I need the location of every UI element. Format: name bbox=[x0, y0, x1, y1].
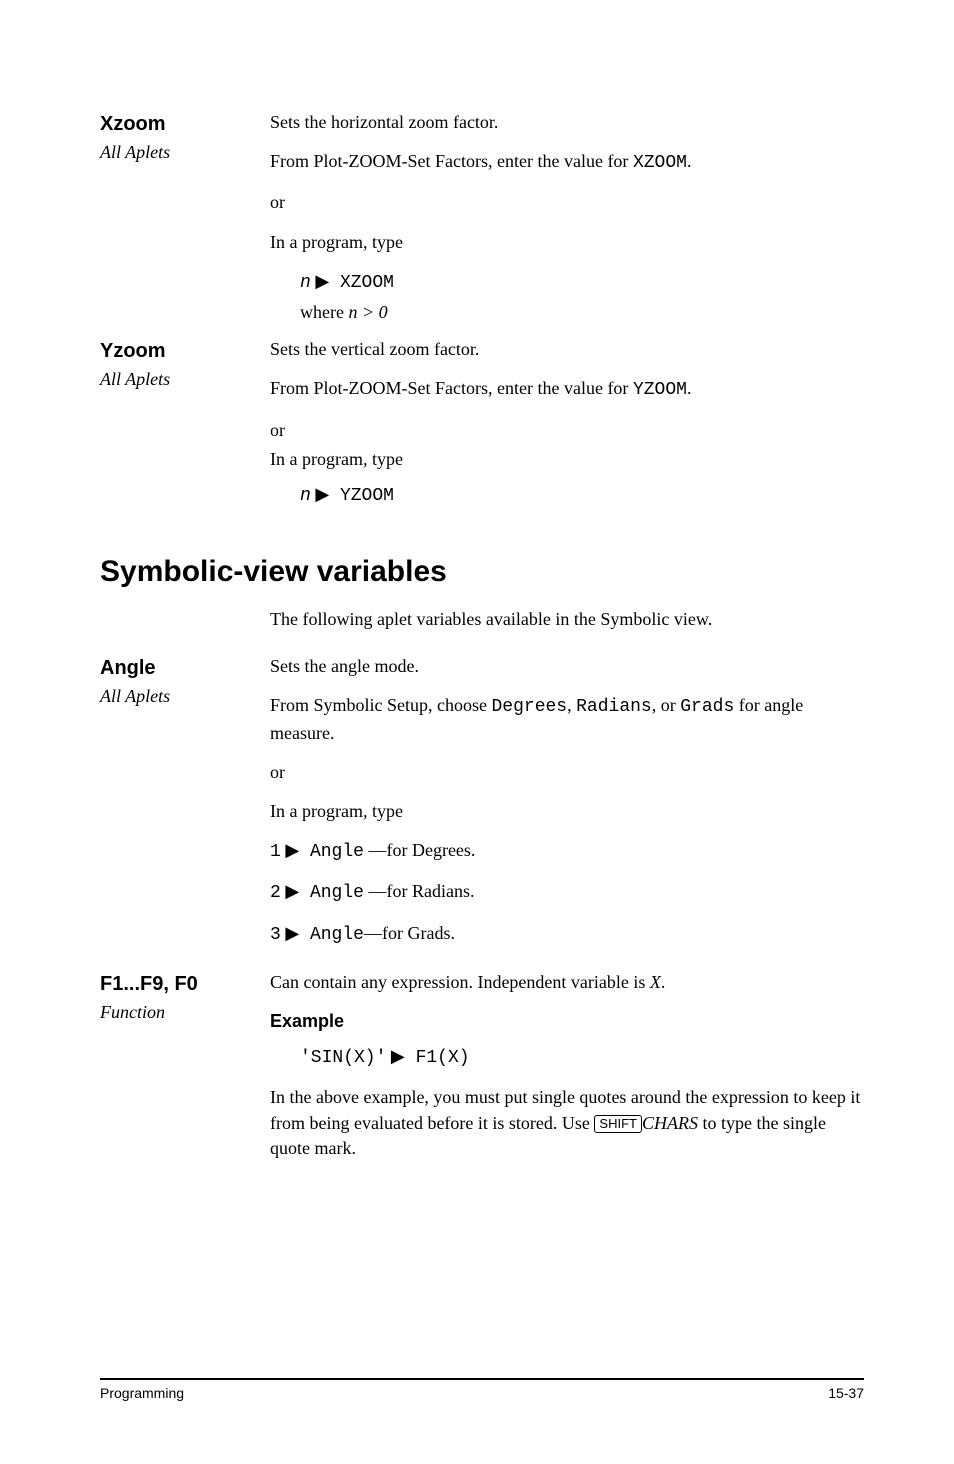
xzoom-title: Xzoom bbox=[100, 110, 270, 138]
shift-keycap-icon: SHIFT bbox=[594, 1115, 642, 1134]
fvars-desc: Can contain any expression. Independent … bbox=[270, 970, 864, 1175]
text: . bbox=[661, 972, 666, 992]
angle-l1: 1 ▶ Angle —for Degrees. bbox=[270, 838, 864, 865]
intro-text: The following aplet variables available … bbox=[270, 607, 864, 632]
fvars-entry: F1...F9, F0 Function Can contain any exp… bbox=[100, 970, 864, 1175]
text: From Plot-ZOOM-Set Factors, enter the va… bbox=[270, 151, 633, 171]
xzoom-codeline: n ▶ XZOOM bbox=[300, 269, 864, 296]
text: . bbox=[687, 151, 692, 171]
cmd: Angle bbox=[299, 925, 364, 945]
text: , bbox=[567, 695, 576, 715]
text: . bbox=[687, 378, 692, 398]
yzoom-or: or bbox=[270, 418, 864, 443]
store-arrow-icon: ▶ bbox=[391, 1046, 405, 1066]
angle-term: Angle All Aplets bbox=[100, 654, 270, 962]
xzoom-entry: Xzoom All Aplets Sets the horizontal zoo… bbox=[100, 110, 864, 329]
store-arrow-icon: ▶ bbox=[315, 484, 329, 504]
text: , or bbox=[652, 695, 681, 715]
section-heading: Symbolic-view variables bbox=[100, 551, 864, 593]
store-arrow-icon: ▶ bbox=[285, 840, 299, 860]
yzoom-code: YZOOM bbox=[633, 380, 687, 400]
angle-desc: Sets the angle mode. From Symbolic Setup… bbox=[270, 654, 864, 962]
angle-or: or bbox=[270, 760, 864, 785]
xzoom-codeblock: n ▶ XZOOM where n > 0 bbox=[300, 269, 864, 325]
rest: —for Degrees. bbox=[364, 840, 475, 860]
num: 3 bbox=[270, 925, 281, 945]
yzoom-sub: All Aplets bbox=[100, 367, 270, 392]
fvars-p2: In the above example, you must put singl… bbox=[270, 1085, 864, 1161]
angle-l3: 3 ▶ Angle—for Grads. bbox=[270, 921, 864, 948]
xzoom-p1: Sets the horizontal zoom factor. bbox=[270, 110, 864, 135]
angle-entry: Angle All Aplets Sets the angle mode. Fr… bbox=[100, 654, 864, 962]
xzoom-code: XZOOM bbox=[633, 153, 687, 173]
text: where bbox=[300, 302, 348, 322]
fvars-sub: Function bbox=[100, 1000, 270, 1025]
section-intro-row: The following aplet variables available … bbox=[100, 607, 864, 646]
yzoom-p2: From Plot-ZOOM-Set Factors, enter the va… bbox=[270, 376, 864, 403]
yzoom-codeline: n ▶ YZOOM bbox=[300, 482, 864, 509]
var-x: X bbox=[650, 972, 661, 992]
page-footer: Programming 15-37 bbox=[100, 1378, 864, 1404]
yzoom-or-block: or In a program, type bbox=[270, 418, 864, 472]
chars-label: CHARS bbox=[642, 1113, 698, 1133]
yzoom-entry: Yzoom All Aplets Sets the vertical zoom … bbox=[100, 337, 864, 523]
fvars-p1: Can contain any expression. Independent … bbox=[270, 970, 864, 995]
spacer bbox=[100, 607, 270, 646]
var-n: n bbox=[300, 273, 311, 293]
xzoom-p2: From Plot-ZOOM-Set Factors, enter the va… bbox=[270, 149, 864, 176]
store-arrow-icon: ▶ bbox=[285, 923, 299, 943]
cmd: Angle bbox=[299, 883, 364, 903]
xzoom-cmd: XZOOM bbox=[329, 273, 394, 293]
store-arrow-icon: ▶ bbox=[285, 881, 299, 901]
code: Degrees bbox=[492, 697, 568, 717]
footer-section: Programming bbox=[100, 1384, 184, 1404]
code: Grads bbox=[680, 697, 734, 717]
rest: —for Grads. bbox=[364, 923, 455, 943]
xzoom-term: Xzoom All Aplets bbox=[100, 110, 270, 329]
angle-p1: Sets the angle mode. bbox=[270, 654, 864, 679]
footer-page: 15-37 bbox=[828, 1384, 864, 1404]
yzoom-term: Yzoom All Aplets bbox=[100, 337, 270, 523]
angle-title: Angle bbox=[100, 654, 270, 682]
text: Can contain any expression. Independent … bbox=[270, 972, 650, 992]
example-heading: Example bbox=[270, 1009, 864, 1034]
num: 1 bbox=[270, 842, 281, 862]
angle-p2: From Symbolic Setup, choose Degrees, Rad… bbox=[270, 693, 864, 745]
num: 2 bbox=[270, 883, 281, 903]
rest: —for Radians. bbox=[364, 881, 474, 901]
fvars-title: F1...F9, F0 bbox=[100, 970, 270, 998]
xzoom-desc: Sets the horizontal zoom factor. From Pl… bbox=[270, 110, 864, 329]
xzoom-sub: All Aplets bbox=[100, 140, 270, 165]
angle-p3: In a program, type bbox=[270, 799, 864, 824]
var-n: n bbox=[300, 486, 311, 506]
store-arrow-icon: ▶ bbox=[315, 271, 329, 291]
xzoom-or: or bbox=[270, 190, 864, 215]
section-intro: The following aplet variables available … bbox=[270, 607, 864, 646]
where-expr: n > 0 bbox=[348, 302, 387, 322]
yzoom-p1: Sets the vertical zoom factor. bbox=[270, 337, 864, 362]
fvars-codeline: 'SIN(X)' ▶ F1(X) bbox=[300, 1044, 864, 1071]
code-right: F1(X) bbox=[405, 1048, 470, 1068]
yzoom-title: Yzoom bbox=[100, 337, 270, 365]
cmd: Angle bbox=[299, 842, 364, 862]
angle-sub: All Aplets bbox=[100, 684, 270, 709]
text: From Plot-ZOOM-Set Factors, enter the va… bbox=[270, 378, 633, 398]
yzoom-desc: Sets the vertical zoom factor. From Plot… bbox=[270, 337, 864, 523]
angle-l2: 2 ▶ Angle —for Radians. bbox=[270, 879, 864, 906]
xzoom-where: where n > 0 bbox=[300, 300, 864, 325]
text: From Symbolic Setup, choose bbox=[270, 695, 492, 715]
fvars-term: F1...F9, F0 Function bbox=[100, 970, 270, 1175]
xzoom-p3: In a program, type bbox=[270, 230, 864, 255]
yzoom-p3: In a program, type bbox=[270, 447, 864, 472]
code-left: 'SIN(X)' bbox=[300, 1048, 386, 1068]
code: Radians bbox=[576, 697, 652, 717]
yzoom-cmd: YZOOM bbox=[329, 486, 394, 506]
